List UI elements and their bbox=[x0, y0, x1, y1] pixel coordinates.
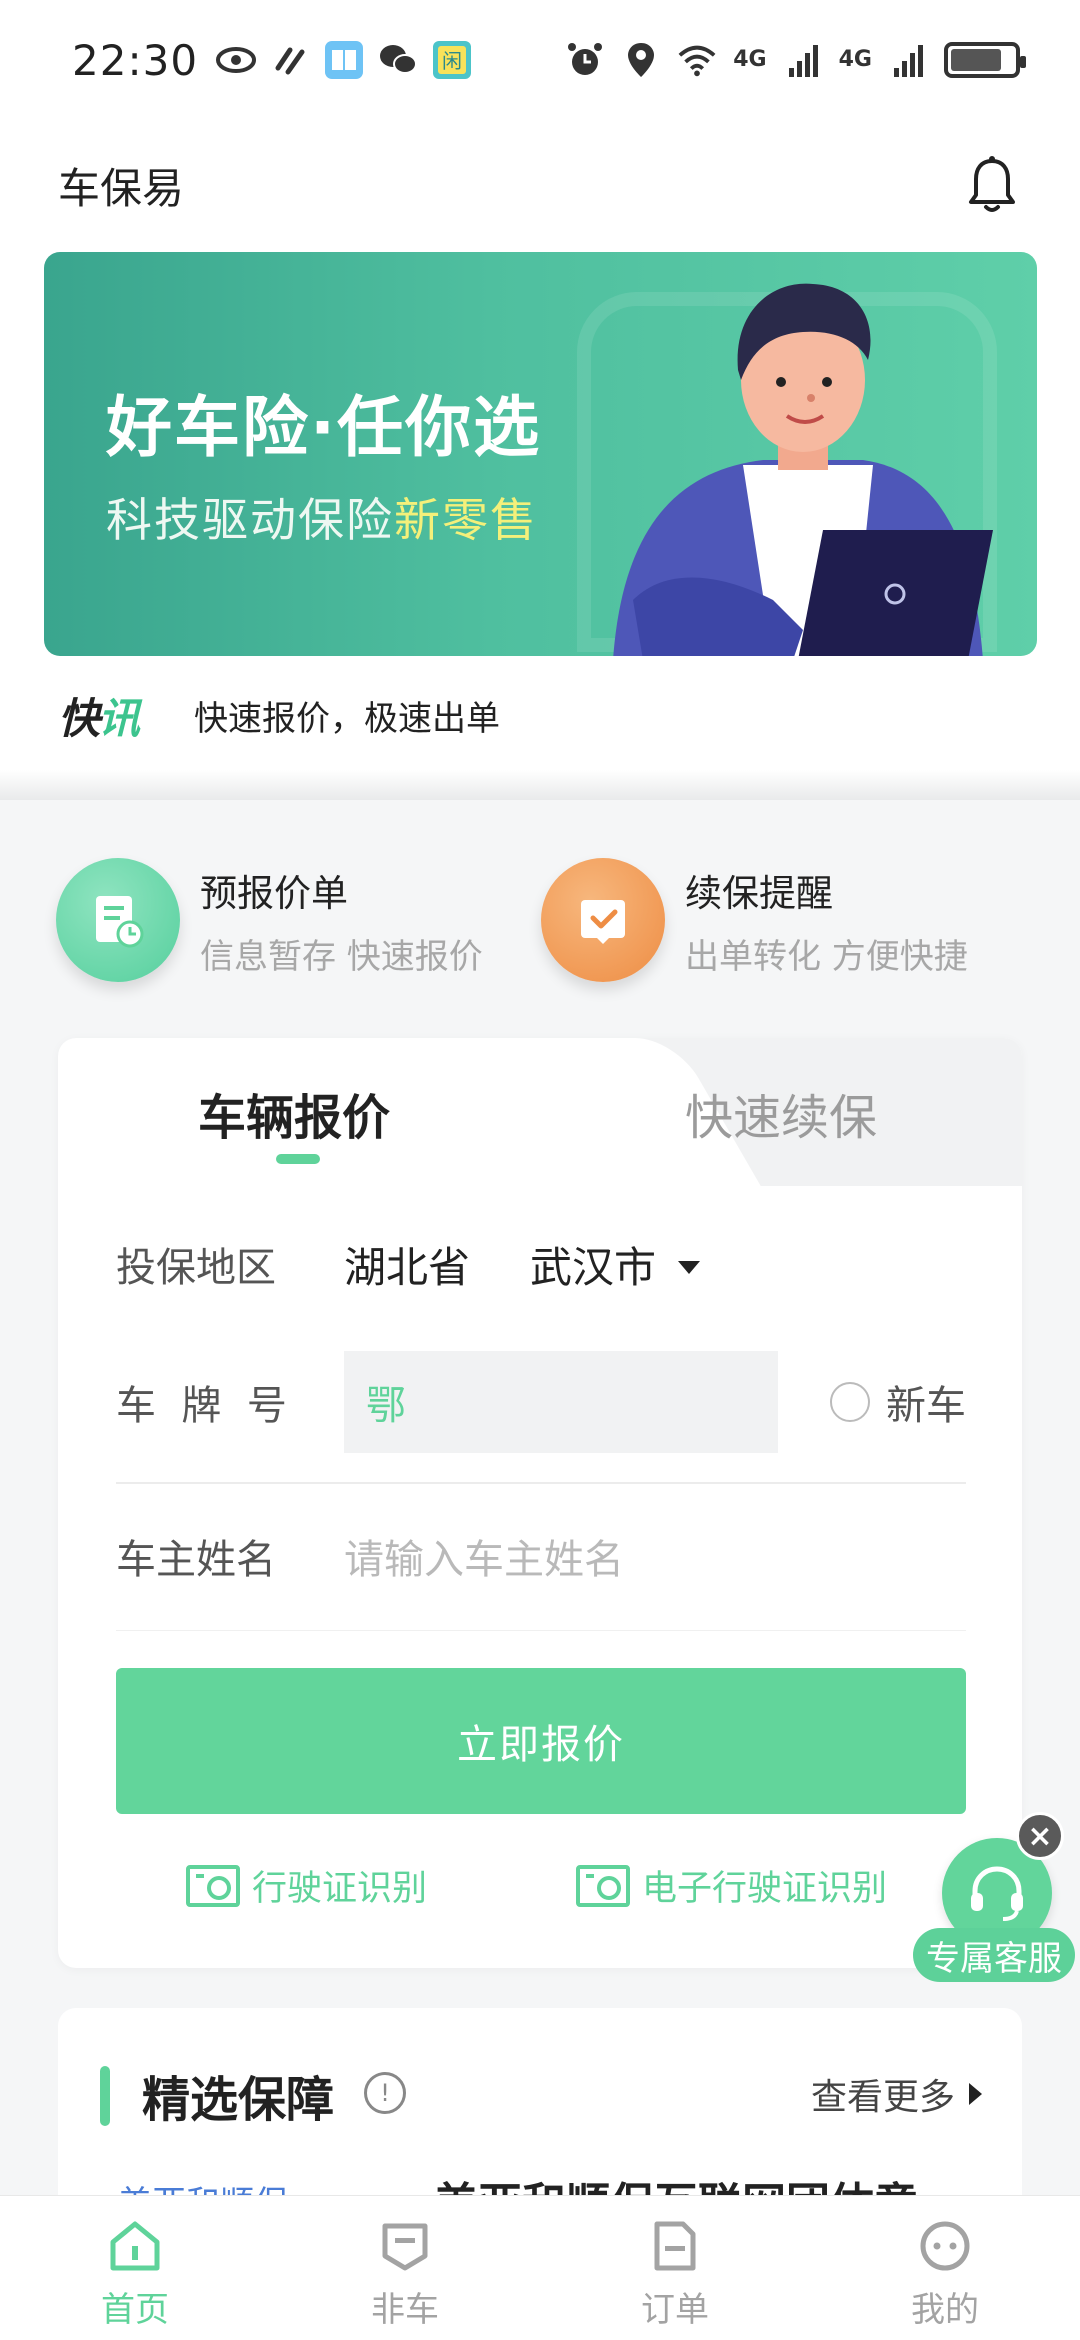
app-header: 车保易 bbox=[0, 120, 1080, 250]
nav-home[interactable]: 首页 bbox=[0, 2196, 270, 2340]
ocr-row: 行驶证识别 电子行驶证识别 bbox=[58, 1860, 1022, 1920]
news-tag-suffix: 讯 bbox=[98, 693, 140, 743]
banner-section: 好车险·任你选 科技驱动保险新零售 bbox=[0, 250, 1080, 660]
nav-label: 非车 bbox=[371, 2290, 439, 2330]
banner-illustration-person bbox=[613, 283, 993, 656]
province-select[interactable]: 湖北省 bbox=[344, 1234, 470, 1295]
quick-action-title: 预报价单 bbox=[200, 871, 348, 915]
news-tag: 快讯 bbox=[58, 685, 140, 746]
banner-subtitle-prefix: 科技驱动保险 bbox=[106, 493, 394, 547]
xianyu-app-icon: 闲 bbox=[432, 40, 472, 80]
alarm-icon bbox=[565, 40, 605, 80]
quick-actions: 预报价单 信息暂存 快速报价 续保提醒 出单转化 方便快捷 bbox=[56, 855, 1026, 985]
signal-4g-label: 4G bbox=[733, 47, 767, 72]
license-ocr-button[interactable]: 行驶证识别 bbox=[186, 1860, 427, 1911]
camera-icon bbox=[186, 1864, 240, 1907]
order-icon bbox=[645, 2216, 705, 2276]
bottom-nav: 首页 非车 订单 我的 bbox=[0, 2195, 1080, 2340]
city-value: 武汉市 bbox=[530, 1242, 657, 1292]
banner-subtitle-highlight: 新零售 bbox=[394, 493, 538, 547]
home-icon bbox=[105, 2216, 165, 2276]
customer-service-label[interactable]: 专属客服 bbox=[913, 1928, 1075, 1982]
owner-label: 车主姓名 bbox=[116, 1537, 276, 1583]
e-license-ocr-label: 电子行驶证识别 bbox=[642, 1869, 888, 1909]
license-ocr-label: 行驶证识别 bbox=[252, 1869, 428, 1909]
nav-label: 我的 bbox=[911, 2290, 979, 2330]
app-title: 车保易 bbox=[58, 163, 185, 213]
owner-row: 车主姓名 请输入车主姓名 bbox=[116, 1508, 966, 1604]
battery-icon bbox=[944, 42, 1026, 78]
nav-non-auto[interactable]: 非车 bbox=[270, 2196, 540, 2340]
quick-action-renewal-reminder[interactable]: 续保提醒 出单转化 方便快捷 bbox=[541, 855, 1026, 985]
camera-icon bbox=[576, 1864, 630, 1907]
main-content: 预报价单 信息暂存 快速报价 续保提醒 出单转化 方便快捷 车辆报价 快速续保 … bbox=[0, 800, 1080, 2195]
book-app-icon bbox=[324, 40, 364, 80]
bell-icon[interactable] bbox=[960, 153, 1024, 217]
link-icon bbox=[270, 40, 310, 80]
signal-bars-icon-2 bbox=[888, 40, 928, 80]
nav-label: 首页 bbox=[101, 2290, 169, 2330]
tab-quick-renewal[interactable]: 快速续保 bbox=[685, 1078, 877, 1148]
quick-action-text: 预报价单 信息暂存 快速报价 bbox=[200, 863, 483, 978]
status-bar: 22:30 闲 4G 4G bbox=[0, 0, 1080, 120]
new-car-label: 新车 bbox=[886, 1383, 966, 1429]
quote-card: 车辆报价 快速续保 投保地区 湖北省 武汉市 车 牌 号 鄂 新车 车主姓名 请… bbox=[58, 1038, 1022, 1968]
status-time: 22:30 bbox=[72, 35, 199, 85]
city-select[interactable]: 武汉市 bbox=[530, 1234, 701, 1295]
plate-prefix: 鄂 bbox=[366, 1383, 406, 1429]
info-icon[interactable]: ! bbox=[364, 2072, 406, 2114]
eye-icon bbox=[216, 40, 257, 80]
featured-title: 精选保障 bbox=[142, 2072, 335, 2128]
section-divider bbox=[0, 770, 1080, 800]
nav-label: 订单 bbox=[641, 2290, 709, 2330]
status-right-icons: 4G 4G bbox=[565, 40, 1026, 80]
view-more-label: 查看更多 bbox=[810, 2077, 955, 2118]
new-car-toggle[interactable]: 新车 bbox=[830, 1373, 966, 1431]
view-more-link[interactable]: 查看更多 bbox=[811, 2068, 982, 2120]
signal-bars-icon bbox=[783, 40, 823, 80]
quick-action-subtitle: 出单转化 方便快捷 bbox=[685, 936, 968, 977]
tab-vehicle-quote[interactable]: 车辆报价 bbox=[198, 1078, 390, 1148]
divider bbox=[116, 1482, 966, 1484]
quick-action-subtitle: 信息暂存 快速报价 bbox=[200, 936, 483, 977]
tab-active-indicator bbox=[276, 1154, 320, 1164]
banner-subtitle: 科技驱动保险新零售 bbox=[106, 484, 538, 550]
nav-profile[interactable]: 我的 bbox=[810, 2196, 1080, 2340]
wechat-icon bbox=[378, 40, 418, 80]
quick-action-text: 续保提醒 出单转化 方便快捷 bbox=[685, 863, 968, 978]
plate-label: 车 牌 号 bbox=[116, 1383, 287, 1429]
divider bbox=[116, 1630, 966, 1631]
news-tag-prefix: 快 bbox=[58, 693, 100, 743]
signal-4g-label-2: 4G bbox=[838, 47, 872, 72]
new-car-radio[interactable] bbox=[830, 1382, 870, 1422]
plate-input[interactable]: 鄂 bbox=[344, 1351, 778, 1453]
quick-action-pre-quote[interactable]: 预报价单 信息暂存 快速报价 bbox=[56, 855, 541, 985]
caret-down-icon bbox=[678, 1260, 701, 1274]
region-row: 投保地区 湖北省 武汉市 bbox=[116, 1222, 966, 1306]
nav-orders[interactable]: 订单 bbox=[540, 2196, 810, 2340]
wifi-icon bbox=[677, 40, 717, 80]
banner-title: 好车险·任你选 bbox=[106, 389, 542, 466]
e-license-ocr-button[interactable]: 电子行驶证识别 bbox=[576, 1860, 887, 1911]
profile-icon bbox=[915, 2216, 975, 2276]
svg-text:闲: 闲 bbox=[442, 49, 462, 73]
owner-name-input[interactable]: 请输入车主姓名 bbox=[344, 1527, 624, 1585]
status-left-icons: 闲 bbox=[216, 40, 472, 80]
headset-icon bbox=[971, 1866, 1023, 1921]
quote-now-button[interactable]: 立即报价 bbox=[116, 1668, 966, 1814]
section-accent-bar bbox=[100, 2066, 110, 2126]
news-ticker[interactable]: 快讯 快速报价，极速出单 bbox=[0, 660, 1080, 770]
region-label: 投保地区 bbox=[116, 1245, 276, 1291]
location-icon bbox=[621, 40, 661, 80]
plate-row: 车 牌 号 鄂 新车 bbox=[116, 1350, 966, 1454]
promo-banner[interactable]: 好车险·任你选 科技驱动保险新零售 bbox=[44, 252, 1037, 656]
shield-tag-icon bbox=[375, 2216, 435, 2276]
triangle-right-icon bbox=[969, 2083, 982, 2105]
quote-tabs: 车辆报价 快速续保 bbox=[58, 1038, 1022, 1186]
quick-action-title: 续保提醒 bbox=[685, 871, 833, 915]
document-clock-icon bbox=[56, 858, 180, 982]
news-text: 快速报价，极速出单 bbox=[194, 698, 501, 739]
close-icon[interactable]: × bbox=[1016, 1812, 1064, 1860]
checkmark-card-icon bbox=[541, 858, 665, 982]
